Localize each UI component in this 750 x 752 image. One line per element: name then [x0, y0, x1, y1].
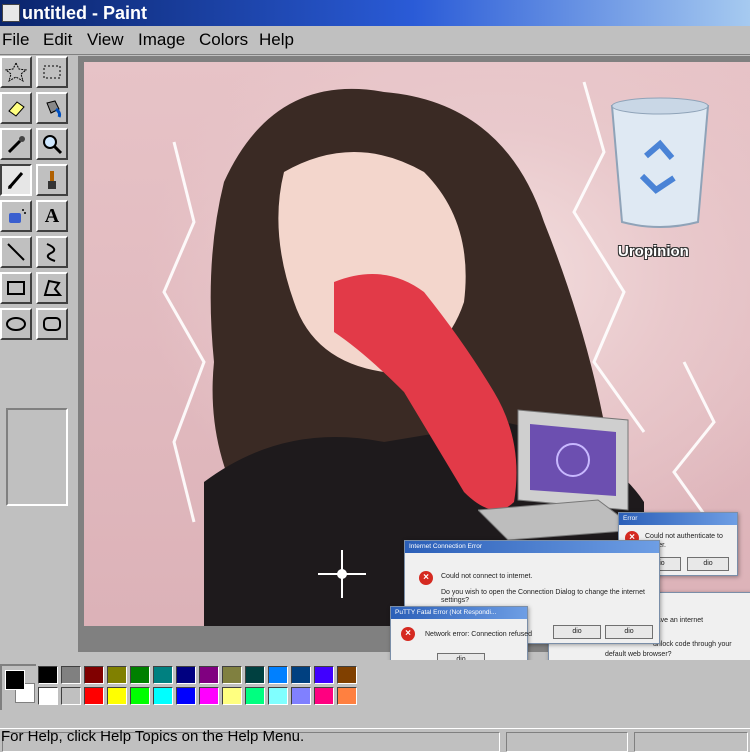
foreground-color-swatch[interactable] [5, 670, 25, 690]
menu-bar: File Edit View Image Colors Help [0, 26, 750, 55]
color-swatch[interactable] [130, 687, 150, 705]
status-size-pane [634, 732, 748, 752]
color-swatch[interactable] [38, 687, 58, 705]
recycle-bin-icon[interactable] [606, 96, 714, 232]
color-swatch[interactable] [130, 666, 150, 684]
ellipse-icon[interactable] [0, 308, 32, 340]
menu-colors[interactable]: Colors [199, 26, 248, 54]
status-coords-pane [506, 732, 628, 752]
color-swatch[interactable] [222, 666, 242, 684]
free-select-icon[interactable] [0, 56, 32, 88]
dialog-title: PuTTY Fatal Error (Not Respondi... [391, 607, 527, 619]
rounded-rect-icon[interactable] [36, 308, 68, 340]
fill-bucket-icon[interactable] [36, 92, 68, 124]
cancel-button[interactable]: dio [687, 557, 729, 571]
color-swatch[interactable] [84, 687, 104, 705]
recycle-bin-label: Uropinion [618, 243, 689, 260]
color-swatch[interactable] [107, 666, 127, 684]
color-swatch[interactable] [153, 666, 173, 684]
paint-app-icon [2, 4, 20, 22]
rectangle-icon[interactable] [0, 272, 32, 304]
color-swatch[interactable] [199, 687, 219, 705]
status-help-pane: For Help, click Help Topics on the Help … [1, 728, 500, 752]
dialog-line: Could not authenticate to [645, 533, 723, 540]
window-title: untitled - Paint [22, 3, 147, 23]
status-help-text: For Help, click Help Topics on the Help … [1, 728, 305, 745]
color-swatch[interactable] [268, 666, 288, 684]
color-swatch[interactable] [199, 666, 219, 684]
color-swatch[interactable] [61, 687, 81, 705]
error-icon: × [419, 571, 433, 585]
color-swatch[interactable] [291, 687, 311, 705]
color-swatch[interactable] [153, 687, 173, 705]
dialog-message: Network error: Connection refused [425, 631, 532, 638]
dialog-line: Could not connect to internet. [441, 573, 533, 580]
color-swatch[interactable] [176, 666, 196, 684]
color-swatch[interactable] [245, 666, 265, 684]
curve-icon[interactable] [36, 236, 68, 268]
menu-help[interactable]: Help [259, 26, 294, 54]
status-bar: For Help, click Help Topics on the Help … [0, 728, 750, 752]
color-swatch[interactable] [176, 687, 196, 705]
dialog-title: Error [619, 513, 737, 525]
dialog-line: Do you wish to open the Connection Dialo… [441, 589, 645, 596]
menu-view[interactable]: View [87, 26, 124, 54]
color-swatch[interactable] [84, 666, 104, 684]
color-swatch[interactable] [314, 687, 334, 705]
brush-icon[interactable] [36, 164, 68, 196]
polygon-icon[interactable] [36, 272, 68, 304]
airbrush-icon[interactable] [0, 200, 32, 232]
menu-edit[interactable]: Edit [43, 26, 72, 54]
ok-button[interactable]: dio [553, 625, 601, 639]
dialog-line: settings? [441, 597, 470, 604]
current-colors [0, 664, 36, 710]
color-swatch[interactable] [107, 687, 127, 705]
title-bar: untitled - Paint [0, 0, 750, 26]
color-swatch[interactable] [337, 687, 357, 705]
menu-image[interactable]: Image [138, 26, 185, 54]
magnifier-icon[interactable] [36, 128, 68, 160]
menu-file[interactable]: File [2, 26, 29, 54]
color-swatch[interactable] [61, 666, 81, 684]
color-swatch[interactable] [222, 687, 242, 705]
pencil-icon[interactable] [0, 164, 32, 196]
color-palette [0, 660, 750, 716]
color-swatch[interactable] [38, 666, 58, 684]
color-picker-icon[interactable] [0, 128, 32, 160]
color-swatch[interactable] [291, 666, 311, 684]
dialog-line: unlock code through your [653, 641, 732, 648]
color-swatch[interactable] [314, 666, 334, 684]
error-icon: × [401, 627, 415, 641]
color-swatch[interactable] [245, 687, 265, 705]
line-icon[interactable] [0, 236, 32, 268]
text-icon[interactable]: A [36, 200, 68, 232]
dialog-line: default web browser? [605, 651, 672, 658]
color-swatch[interactable] [337, 666, 357, 684]
cancel-button[interactable]: dio [605, 625, 653, 639]
rect-select-icon[interactable] [36, 56, 68, 88]
eraser-icon[interactable] [0, 92, 32, 124]
color-swatch[interactable] [268, 687, 288, 705]
tool-options-box[interactable] [6, 408, 68, 506]
dialog-title: Internet Connection Error [405, 541, 659, 553]
toolbox: A [0, 56, 74, 506]
